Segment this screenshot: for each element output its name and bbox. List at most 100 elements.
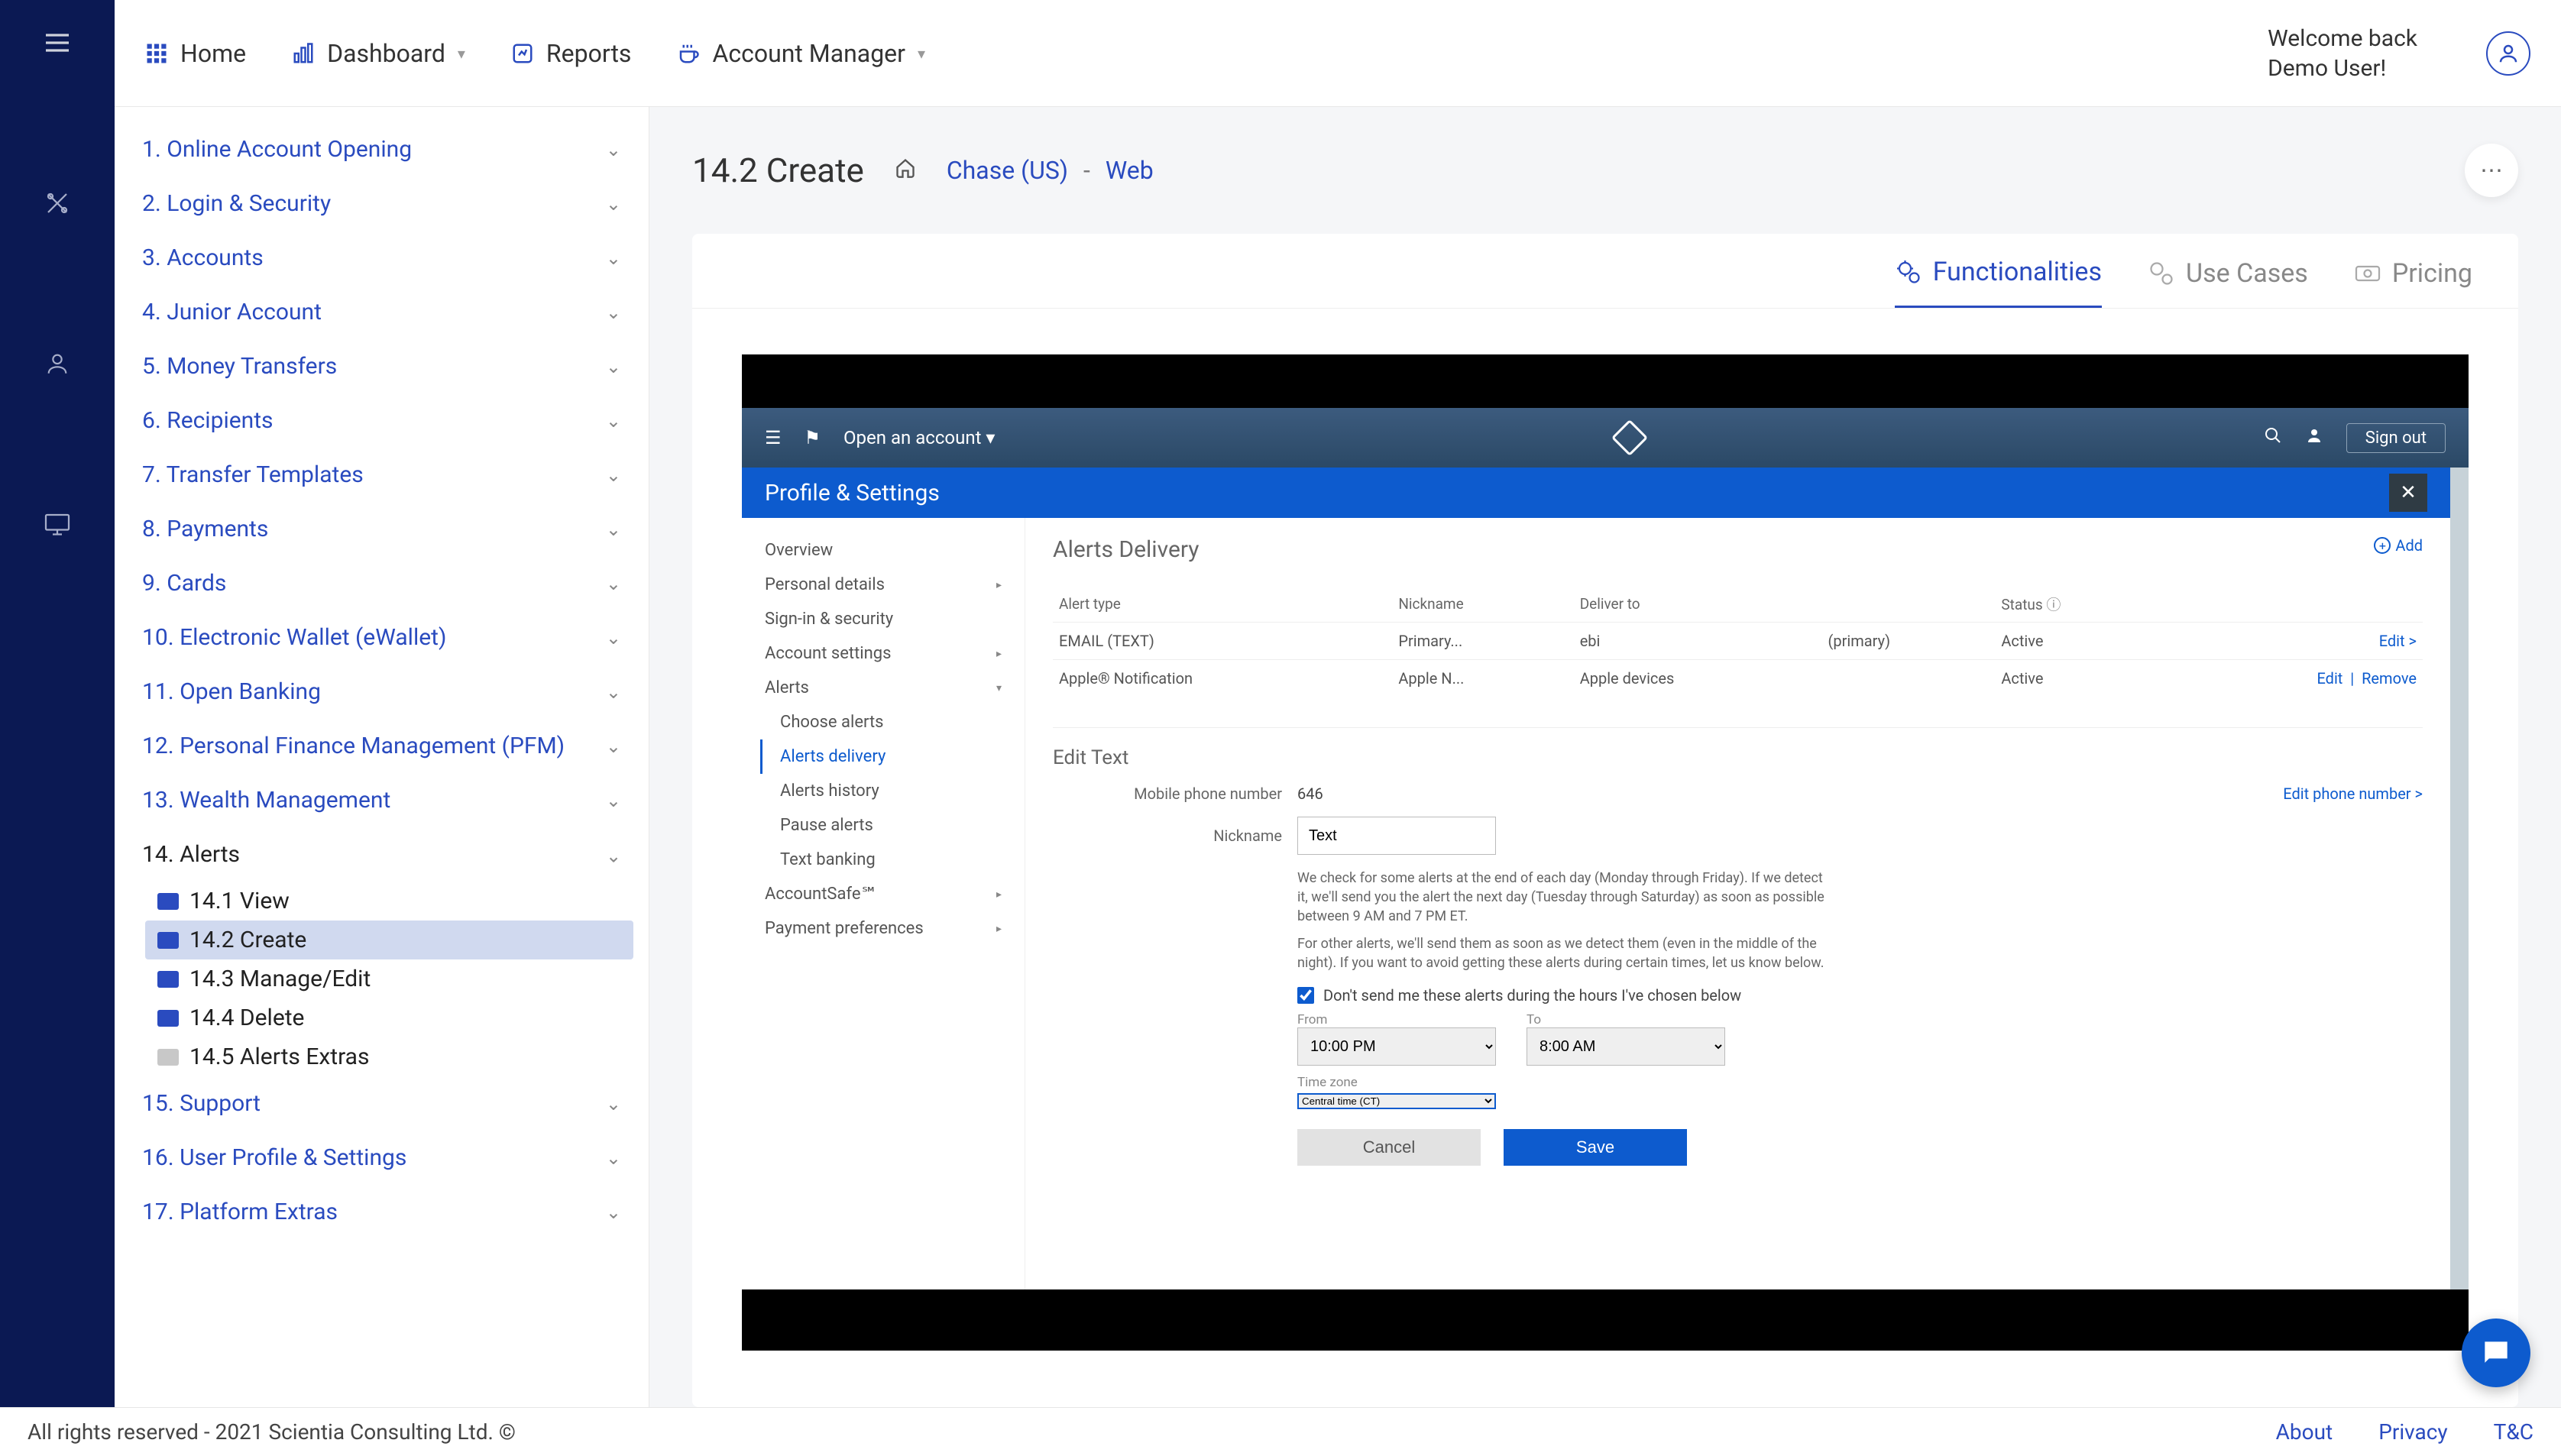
tools-icon[interactable]: [42, 188, 73, 218]
folder-icon: [157, 1049, 179, 1066]
helper-text-2: For other alerts, we'll send them as soo…: [1297, 934, 1832, 972]
chevron-down-icon: ▾: [986, 427, 995, 448]
footer-privacy[interactable]: Privacy: [2378, 1419, 2447, 1445]
sidebar-item-label: 14. Alerts: [142, 841, 240, 868]
sidebar-item[interactable]: 8. Payments ⌄: [115, 502, 649, 556]
breadcrumb-text: Chase (US): [947, 156, 1068, 185]
subitem-14-4[interactable]: 14.4 Delete: [115, 998, 649, 1037]
sidebar-item[interactable]: 15. Support⌄: [115, 1076, 649, 1131]
sidebar-item[interactable]: 10. Electronic Wallet (eWallet)⌄: [115, 610, 649, 665]
breadcrumb-link-chase[interactable]: Chase (US) - Web: [947, 156, 1154, 185]
save-button[interactable]: Save: [1504, 1129, 1687, 1166]
sidebar-item-label: 17. Platform Extras: [142, 1199, 338, 1225]
edit-phone-link[interactable]: Edit phone number >: [2283, 785, 2423, 803]
ps-side-overview[interactable]: Overview: [760, 533, 1006, 568]
signout-button[interactable]: Sign out: [2346, 423, 2446, 453]
sidebar-item[interactable]: 11. Open Banking⌄: [115, 665, 649, 719]
sidebar-item-alerts[interactable]: 14. Alerts ⌃: [115, 827, 649, 882]
chevron-down-icon: ⌄: [606, 193, 621, 215]
nav-dashboard[interactable]: Dashboard ▾: [292, 39, 465, 68]
cell: Apple devices: [1574, 660, 1822, 697]
ps-side-delivery[interactable]: Alerts delivery: [760, 739, 1006, 774]
open-account-link[interactable]: Open an account ▾: [843, 427, 995, 448]
tab-usecases[interactable]: Use Cases: [2148, 257, 2308, 308]
nav-reports[interactable]: Reports: [511, 39, 632, 68]
gear-icon: [1895, 258, 1922, 286]
user-avatar-button[interactable]: [2486, 31, 2530, 76]
search-icon[interactable]: [2264, 426, 2282, 449]
ps-side-personal[interactable]: Personal details▸: [760, 568, 1006, 602]
hamburger-icon[interactable]: ☰: [765, 427, 782, 448]
ps-side-history[interactable]: Alerts history: [760, 774, 1006, 808]
sidebar-item[interactable]: 4. Junior Account⌄: [115, 285, 649, 339]
from-label: From: [1297, 1012, 1496, 1027]
flag-icon[interactable]: ⚑: [805, 427, 821, 448]
ps-side-accountsafe[interactable]: AccountSafe℠▸: [760, 877, 1006, 911]
sidebar-item[interactable]: 2. Login & Security⌄: [115, 176, 649, 231]
monitor-icon[interactable]: [42, 509, 73, 539]
nav-dashboard-label: Dashboard: [327, 39, 445, 68]
sidebar-item[interactable]: 1. Online Account Opening⌄: [115, 122, 649, 176]
chat-bubble-button[interactable]: [2462, 1318, 2530, 1387]
sidebar-item[interactable]: 16. User Profile & Settings⌄: [115, 1131, 649, 1185]
timezone-select[interactable]: Central time (CT): [1297, 1093, 1496, 1109]
nav-account-manager[interactable]: Account Manager ▾: [677, 39, 925, 68]
sidebar-item[interactable]: 12. Personal Finance Management (PFM)⌄: [115, 719, 649, 773]
ps-side-pause[interactable]: Pause alerts: [760, 808, 1006, 843]
home-icon[interactable]: [895, 156, 916, 185]
ps-side-alerts[interactable]: Alerts▾: [760, 671, 1006, 705]
sidebar-item[interactable]: 17. Platform Extras⌄: [115, 1185, 649, 1239]
ps-side-textbank[interactable]: Text banking: [760, 843, 1006, 877]
more-button[interactable]: ⋯: [2465, 144, 2518, 197]
subitem-14-5[interactable]: 14.5 Alerts Extras: [115, 1037, 649, 1076]
sidebar-item[interactable]: 5. Money Transfers⌄: [115, 339, 649, 393]
sidebar-item[interactable]: 3. Accounts⌄: [115, 231, 649, 285]
sidebar-item[interactable]: 9. Cards⌄: [115, 556, 649, 610]
nav-home[interactable]: Home: [145, 39, 246, 68]
info-icon[interactable]: ⓘ: [2046, 596, 2061, 613]
sidebar-item-label: 13. Wealth Management: [142, 787, 390, 814]
profile-settings-bar: Profile & Settings ✕: [742, 468, 2450, 518]
folder-icon: [157, 893, 179, 910]
subitem-14-1[interactable]: 14.1 View: [115, 882, 649, 921]
chevron-down-icon: ⌄: [606, 790, 621, 811]
tab-pricing[interactable]: Pricing: [2354, 257, 2472, 308]
ps-side-account-settings[interactable]: Account settings▸: [760, 636, 1006, 671]
menu-icon[interactable]: [42, 28, 73, 58]
footer-tc[interactable]: T&C: [2494, 1419, 2533, 1445]
chevron-down-icon: ⌄: [606, 736, 621, 757]
sidebar-item[interactable]: 7. Transfer Templates⌄: [115, 448, 649, 502]
chevron-down-icon: ▾: [458, 44, 465, 63]
ps-side-choose[interactable]: Choose alerts: [760, 705, 1006, 739]
sidebar-item-label: 10. Electronic Wallet (eWallet): [142, 624, 446, 651]
section-title: Alerts Delivery: [1053, 536, 2423, 563]
dont-send-checkbox[interactable]: [1297, 987, 1314, 1004]
close-icon[interactable]: ✕: [2389, 474, 2427, 512]
chevron-down-icon: ▾: [996, 682, 1002, 694]
cancel-button[interactable]: Cancel: [1297, 1129, 1481, 1166]
ps-side-signin[interactable]: Sign-in & security: [760, 602, 1006, 636]
nickname-input[interactable]: [1297, 817, 1496, 855]
sidebar-item[interactable]: 6. Recipients⌄: [115, 393, 649, 448]
footer-about[interactable]: About: [2276, 1419, 2333, 1445]
chevron-down-icon: ⌄: [606, 519, 621, 540]
usecases-icon: [2148, 260, 2175, 287]
ps-side-payment[interactable]: Payment preferences▸: [760, 911, 1006, 946]
person-icon[interactable]: [42, 348, 73, 379]
remove-link[interactable]: Remove: [2362, 669, 2417, 688]
breadcrumb-sep: -: [1083, 156, 1090, 185]
add-link[interactable]: +Add: [2374, 536, 2423, 555]
to-select[interactable]: 8:00 AM: [1527, 1027, 1725, 1066]
sidebar-item-label: 8. Payments: [142, 516, 268, 542]
sidebar-item[interactable]: 13. Wealth Management ⌄: [115, 773, 649, 827]
helper-text-1: We check for some alerts at the end of e…: [1297, 869, 1832, 927]
nickname-label: Nickname: [1053, 827, 1282, 845]
scrollbar[interactable]: [2450, 468, 2469, 1289]
edit-link[interactable]: Edit >: [2379, 632, 2417, 650]
from-select[interactable]: 10:00 PM: [1297, 1027, 1496, 1066]
subitem-14-3[interactable]: 14.3 Manage/Edit: [115, 959, 649, 998]
profile-icon[interactable]: [2305, 426, 2323, 449]
tab-functionalities[interactable]: Functionalities: [1895, 257, 2102, 308]
edit-link[interactable]: Edit: [2317, 669, 2342, 688]
subitem-14-2[interactable]: 14.2 Create: [145, 921, 633, 959]
